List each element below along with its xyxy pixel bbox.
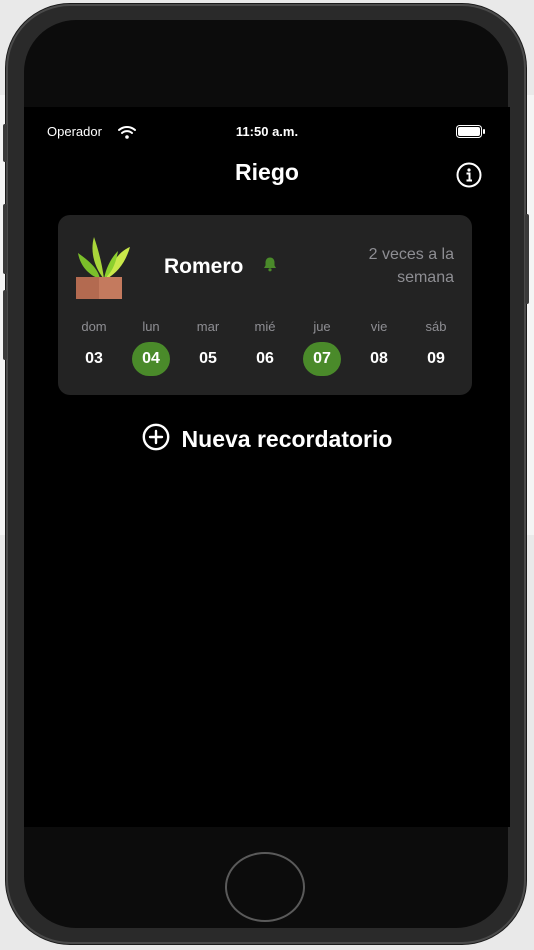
- day-name: sáb: [425, 319, 447, 334]
- power-button: [525, 214, 529, 304]
- day-number[interactable]: 09: [417, 342, 455, 376]
- status-bar: Operador 11:50 a.m.: [24, 107, 510, 157]
- day-number[interactable]: 08: [360, 342, 398, 376]
- plant-card[interactable]: Romero 2 veces a la semana dom 03 lun 04…: [58, 215, 472, 395]
- day-name: lun: [142, 319, 160, 334]
- mute-switch: [3, 124, 7, 162]
- status-time: 11:50 a.m.: [235, 124, 299, 139]
- new-reminder-label: Nueva recordatorio: [181, 426, 393, 452]
- day-column: sáb 09: [414, 319, 458, 376]
- volume-down-button: [3, 290, 7, 360]
- day-name: mié: [254, 319, 276, 334]
- day-column: vie 08: [357, 319, 401, 376]
- day-number-selected[interactable]: 04: [132, 342, 170, 376]
- day-column: mié 06: [243, 319, 287, 376]
- day-number[interactable]: 06: [246, 342, 284, 376]
- day-column: jue 07: [300, 319, 344, 376]
- day-number[interactable]: 03: [75, 342, 113, 376]
- day-name: vie: [370, 319, 388, 334]
- watering-frequency: 2 veces a la semana: [368, 246, 454, 286]
- volume-up-button: [3, 204, 7, 274]
- day-name: jue: [313, 319, 331, 334]
- page-title: Riego: [235, 159, 299, 185]
- day-column: dom 03: [72, 319, 116, 376]
- day-number-selected[interactable]: 07: [303, 342, 341, 376]
- info-icon[interactable]: [456, 162, 482, 193]
- plant-name: Romero: [164, 255, 244, 278]
- bell-icon: [262, 256, 278, 277]
- day-name: dom: [81, 319, 107, 334]
- home-button[interactable]: [225, 852, 305, 922]
- new-reminder-button[interactable]: Nueva recordatorio: [24, 423, 510, 456]
- day-name: mar: [196, 319, 220, 334]
- plus-circle-icon: [142, 423, 170, 456]
- day-column: lun 04: [129, 319, 173, 376]
- day-column: mar 05: [186, 319, 230, 376]
- plant-icon: [76, 233, 132, 304]
- battery-icon: [456, 125, 486, 143]
- app-screen: Operador 11:50 a.m. Riego Romero 2 veces…: [24, 107, 510, 827]
- week-calendar: dom 03 lun 04 mar 05 mié 06 jue 07 vie 0…: [72, 319, 458, 376]
- day-number[interactable]: 05: [189, 342, 227, 376]
